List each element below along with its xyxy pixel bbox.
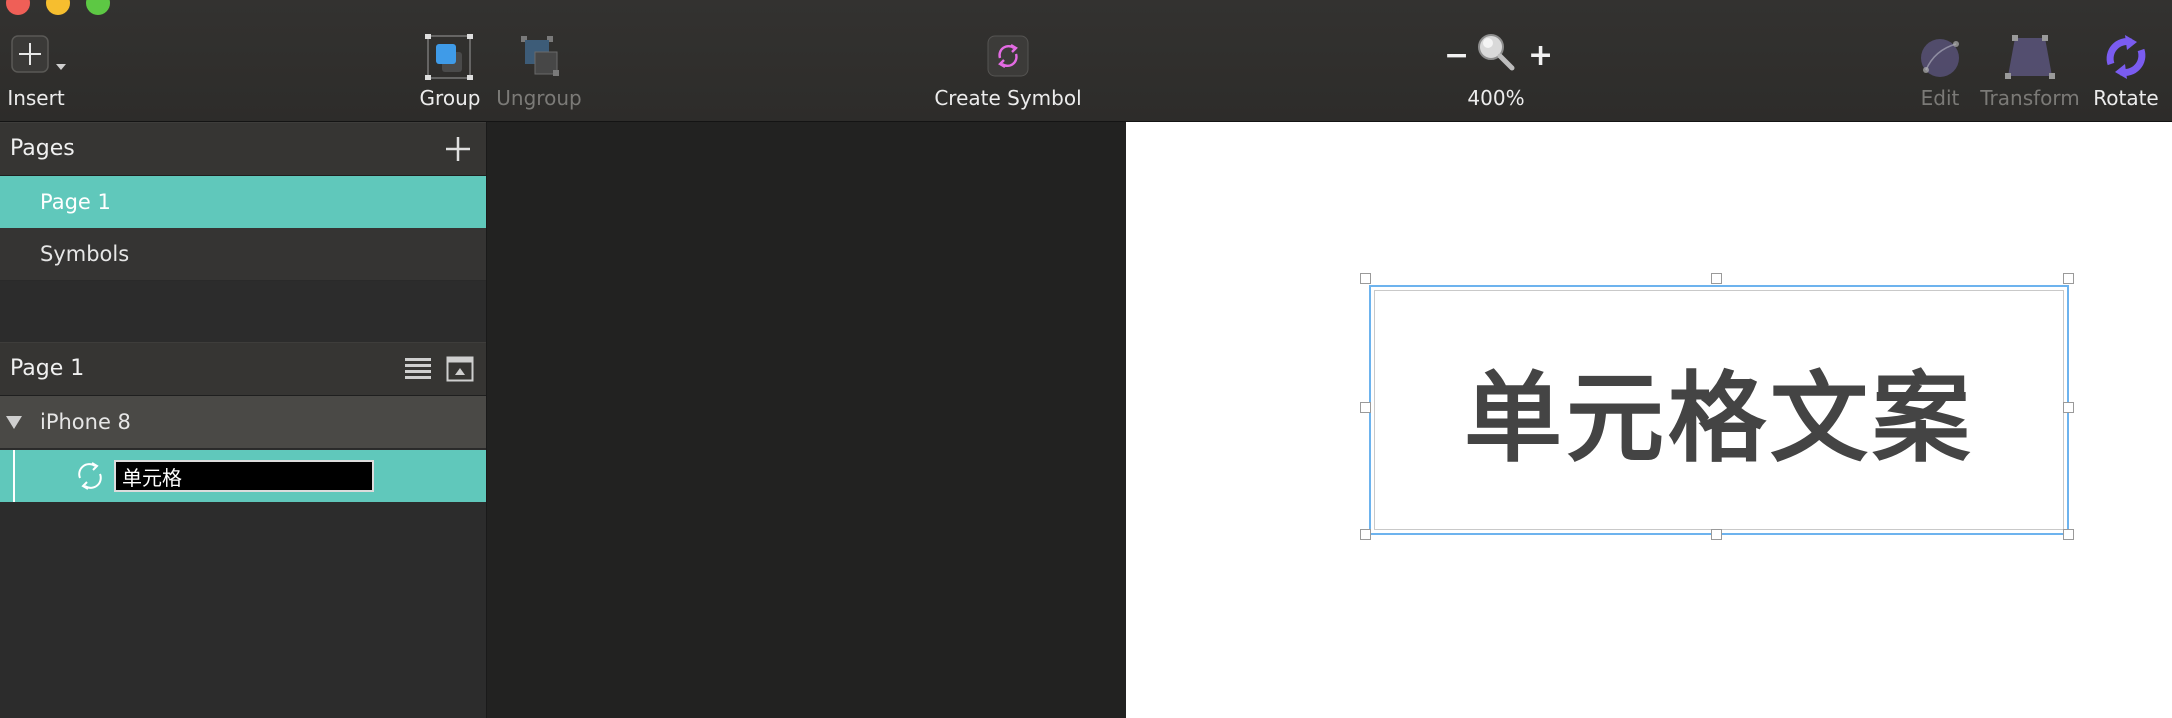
pages-header: Pages [0, 122, 486, 176]
layers-page-title: Page 1 [10, 356, 85, 381]
selected-symbol-instance[interactable]: 单元格文案 [1369, 285, 2069, 535]
zoom-in-button[interactable]: + [1528, 38, 1553, 73]
window-zoom-button[interactable] [86, 0, 110, 15]
resize-handle-left[interactable] [1360, 402, 1371, 413]
collapse-artboards-icon[interactable] [446, 356, 474, 382]
sidebar: Pages Page 1 Symbols Page 1 iPhone 8 [0, 122, 487, 718]
transform-label: Transform [1980, 86, 2080, 110]
insert-label: Insert [7, 86, 65, 110]
insert-button[interactable]: Insert [2, 34, 70, 114]
resize-handle-bottom-right[interactable] [2063, 529, 2074, 540]
ungroup-label: Ungroup [496, 86, 582, 110]
pages-title: Pages [10, 136, 75, 161]
artboard-label: iPhone 8 [40, 410, 131, 434]
rotate-icon [2106, 35, 2146, 79]
disclosure-triangle-icon[interactable] [4, 412, 24, 432]
transform-icon [2005, 35, 2055, 79]
resize-handle-top[interactable] [1711, 273, 1722, 284]
zoom-control: − + 400% [1436, 34, 1556, 114]
layer-indent-line [13, 450, 15, 502]
window-close-button[interactable] [6, 0, 30, 15]
ungroup-button[interactable]: Ungroup [496, 34, 582, 114]
layer-row-symbol[interactable] [0, 450, 486, 502]
resize-handle-top-right[interactable] [2063, 273, 2074, 284]
edit-button[interactable]: Edit [1916, 34, 1964, 114]
add-page-icon[interactable] [444, 135, 472, 163]
edit-label: Edit [1920, 86, 1960, 110]
symbol-text: 单元格文案 [1463, 362, 1974, 476]
layers-header: Page 1 [0, 342, 486, 396]
create-symbol-label: Create Symbol [934, 86, 1082, 110]
zoom-level[interactable]: 400% [1467, 86, 1524, 110]
resize-handle-bottom[interactable] [1711, 529, 1722, 540]
create-symbol-button[interactable]: Create Symbol [934, 34, 1082, 114]
artboard-row-iphone-8[interactable]: iPhone 8 [0, 396, 486, 449]
page-item-label: Page 1 [40, 190, 111, 214]
page-item-page-1[interactable]: Page 1 [0, 176, 486, 228]
rotate-label: Rotate [2093, 86, 2159, 110]
resize-handle-top-left[interactable] [1360, 273, 1371, 284]
transform-button[interactable]: Transform [1980, 34, 2080, 114]
zoom-out-button[interactable]: − [1444, 38, 1469, 73]
symbol-icon [987, 35, 1029, 77]
rotate-button[interactable]: Rotate [2093, 34, 2159, 114]
canvas-background[interactable] [487, 122, 1126, 718]
list-view-icon[interactable] [404, 356, 432, 382]
page-item-label: Symbols [40, 242, 130, 266]
layer-name-input[interactable] [114, 460, 374, 492]
edit-icon [1921, 39, 1959, 77]
magnifier-icon [1478, 34, 1515, 71]
toolbar: Insert Group Ungroup Create Symbol − + 4… [0, 0, 2172, 122]
ungroup-icon [521, 36, 559, 76]
plus-icon [11, 35, 66, 73]
page-item-symbols[interactable]: Symbols [0, 228, 486, 281]
resize-handle-bottom-left[interactable] [1360, 529, 1371, 540]
group-icon [425, 34, 473, 80]
group-button[interactable]: Group [418, 34, 482, 114]
window-minimize-button[interactable] [46, 0, 70, 15]
symbol-instance-icon [78, 462, 102, 490]
resize-handle-right[interactable] [2063, 402, 2074, 413]
group-label: Group [419, 86, 481, 110]
